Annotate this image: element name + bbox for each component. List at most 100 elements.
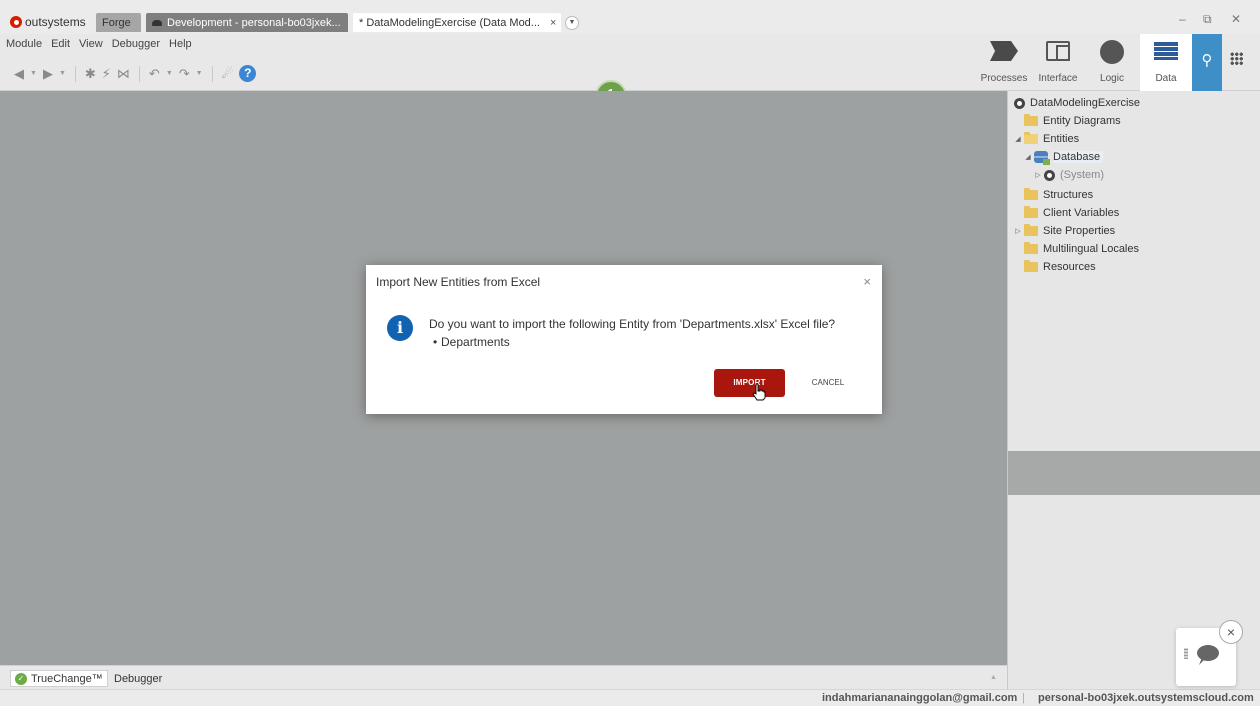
folder-icon xyxy=(1024,188,1038,200)
module-icon xyxy=(1014,97,1025,109)
help-icon[interactable]: ? xyxy=(239,65,257,82)
status-server: personal-bo03jxek.outsystemscloud.com xyxy=(1038,692,1254,704)
outsystems-logo[interactable]: outsystems xyxy=(10,13,86,31)
properties-header xyxy=(1007,451,1260,495)
tree-item-entities[interactable]: ◢ Entities xyxy=(1014,130,1079,148)
tab-interface[interactable]: Interface xyxy=(1030,34,1086,91)
tree-item-resources[interactable]: Resources xyxy=(1024,258,1096,276)
restore-icon[interactable]: ⧉ xyxy=(1203,12,1212,27)
info-icon: i xyxy=(387,315,413,341)
expand-panel-icon[interactable]: ▲ xyxy=(990,674,997,681)
search-icon: ⚲ xyxy=(1201,52,1213,69)
cancel-button[interactable]: CANCEL xyxy=(804,369,852,397)
title-bar: outsystems Forge Development - personal-… xyxy=(0,0,1260,34)
cloud-icon xyxy=(152,19,162,26)
tab-data-modeling-exercise[interactable]: * DataModelingExercise (Data Mod... × xyxy=(353,13,561,32)
tree-label: Database xyxy=(1053,151,1104,163)
check-icon: ✓ xyxy=(15,672,27,685)
tab-data[interactable]: Data xyxy=(1140,34,1192,91)
processes-icon xyxy=(990,41,1018,61)
tab-label: Debugger xyxy=(114,672,163,685)
menu-module[interactable]: Module xyxy=(6,38,42,50)
dialog-message: Do you want to import the following Enti… xyxy=(429,317,836,331)
chat-bubble-icon xyxy=(1197,645,1219,661)
tab-processes[interactable]: Processes xyxy=(978,34,1030,91)
tab-label: Interface xyxy=(1038,73,1078,84)
data-icon xyxy=(1154,42,1178,60)
tree-item-client-variables[interactable]: Client Variables xyxy=(1024,204,1119,222)
tree-item-system[interactable]: ▷ (System) xyxy=(1034,166,1104,184)
undo-dropdown-icon[interactable]: ▼ xyxy=(166,70,173,77)
chat-close-icon[interactable]: × xyxy=(1219,620,1243,644)
menu-help[interactable]: Help xyxy=(169,38,192,50)
tree-item-multilingual-locales[interactable]: Multilingual Locales xyxy=(1024,240,1139,258)
tree-label: Resources xyxy=(1043,261,1096,273)
tree-label: Multilingual Locales xyxy=(1043,243,1139,255)
import-button[interactable]: IMPORT xyxy=(714,369,785,397)
menu-view[interactable]: View xyxy=(79,38,103,50)
status-user: indahmariananainggolan@gmail.com xyxy=(822,692,1018,704)
drag-handle-icon[interactable] xyxy=(1184,648,1188,659)
collapse-arrow-icon[interactable]: ▷ xyxy=(1034,171,1042,179)
logic-icon xyxy=(1100,40,1124,64)
tree-root[interactable]: DataModelingExercise xyxy=(1014,94,1140,112)
bottom-tab-bar: ✓ TrueChange™ Debugger ▲ xyxy=(0,665,1007,689)
folder-open-icon xyxy=(1024,132,1038,144)
menu-debugger[interactable]: Debugger xyxy=(112,38,160,50)
folder-icon xyxy=(1024,260,1038,272)
tab-list-dropdown-icon[interactable]: ▼ xyxy=(565,16,579,30)
tab-label: Data xyxy=(1155,73,1177,84)
dialog-title: Import New Entities from Excel xyxy=(376,275,541,289)
redo-icon[interactable]: ↷ xyxy=(179,66,190,82)
elements-tree-panel: DataModelingExercise Entity Diagrams ◢ E… xyxy=(1007,91,1260,451)
outsystems-logo-icon xyxy=(10,16,22,28)
settings-gear-icon[interactable]: ✱ xyxy=(85,66,96,82)
tree-item-structures[interactable]: Structures xyxy=(1024,186,1093,204)
publish-icon[interactable]: ☄ xyxy=(222,66,234,82)
folder-icon xyxy=(1024,242,1038,254)
tree-item-entity-diagrams[interactable]: Entity Diagrams xyxy=(1024,112,1121,130)
hand-cursor-icon xyxy=(752,383,766,401)
redo-dropdown-icon[interactable]: ▼ xyxy=(196,70,203,77)
status-bar: indahmariananainggolan@gmail.com | perso… xyxy=(0,689,1260,706)
tree-label: Entity Diagrams xyxy=(1043,115,1121,127)
tree-label: Site Properties xyxy=(1043,225,1116,237)
folder-icon xyxy=(1024,206,1038,218)
tab-label: Processes xyxy=(980,73,1028,84)
forward-icon[interactable]: ▶ xyxy=(43,66,53,82)
tree-label: DataModelingExercise xyxy=(1030,97,1141,109)
menu-edit[interactable]: Edit xyxy=(51,38,70,50)
tab-label: TrueChange™ xyxy=(31,672,103,685)
brand-name: outsystems xyxy=(25,15,86,29)
forward-dropdown-icon[interactable]: ▼ xyxy=(59,70,66,77)
collapse-arrow-icon[interactable]: ▷ xyxy=(1014,227,1022,235)
plug-icon[interactable]: ⚡ xyxy=(102,66,111,82)
database-icon xyxy=(1034,151,1050,165)
close-window-icon[interactable]: ✕ xyxy=(1231,12,1241,26)
tree-label: Client Variables xyxy=(1043,207,1120,219)
tree-item-database[interactable]: ◢ Database xyxy=(1024,148,1104,166)
expand-arrow-icon[interactable]: ◢ xyxy=(1014,135,1022,143)
apps-grid-icon[interactable] xyxy=(1230,52,1243,65)
dialog-close-icon[interactable]: × xyxy=(863,274,871,289)
back-dropdown-icon[interactable]: ▼ xyxy=(30,70,37,77)
merge-icon[interactable]: ⋈ xyxy=(117,66,130,82)
search-button[interactable]: ⚲ xyxy=(1192,34,1222,91)
expand-arrow-icon[interactable]: ◢ xyxy=(1024,153,1032,161)
tree-item-site-properties[interactable]: ▷ Site Properties xyxy=(1014,222,1115,240)
tab-forge[interactable]: Forge xyxy=(96,13,141,32)
tab-close-icon[interactable]: × xyxy=(550,17,556,29)
status-separator: | xyxy=(1022,692,1025,704)
toolbar-divider xyxy=(74,65,76,82)
dialog-entity-item: Departments xyxy=(433,335,510,349)
tab-debugger[interactable]: Debugger xyxy=(110,670,166,687)
tab-truechange[interactable]: ✓ TrueChange™ xyxy=(10,670,108,687)
back-icon[interactable]: ◀ xyxy=(14,66,24,82)
tab-logic[interactable]: Logic xyxy=(1086,34,1138,91)
minimize-icon[interactable]: – xyxy=(1179,12,1186,26)
tab-label: Logic xyxy=(1100,73,1124,84)
undo-icon[interactable]: ↶ xyxy=(149,66,160,82)
toolbar: ◀ ▼ ▶ ▼ ✱ ⚡ ⋈ ↶ ▼ ↷ ▼ ☄ ? xyxy=(14,65,257,82)
tree-label: Structures xyxy=(1043,189,1094,201)
tab-development[interactable]: Development - personal-bo03jxek... xyxy=(146,13,348,32)
